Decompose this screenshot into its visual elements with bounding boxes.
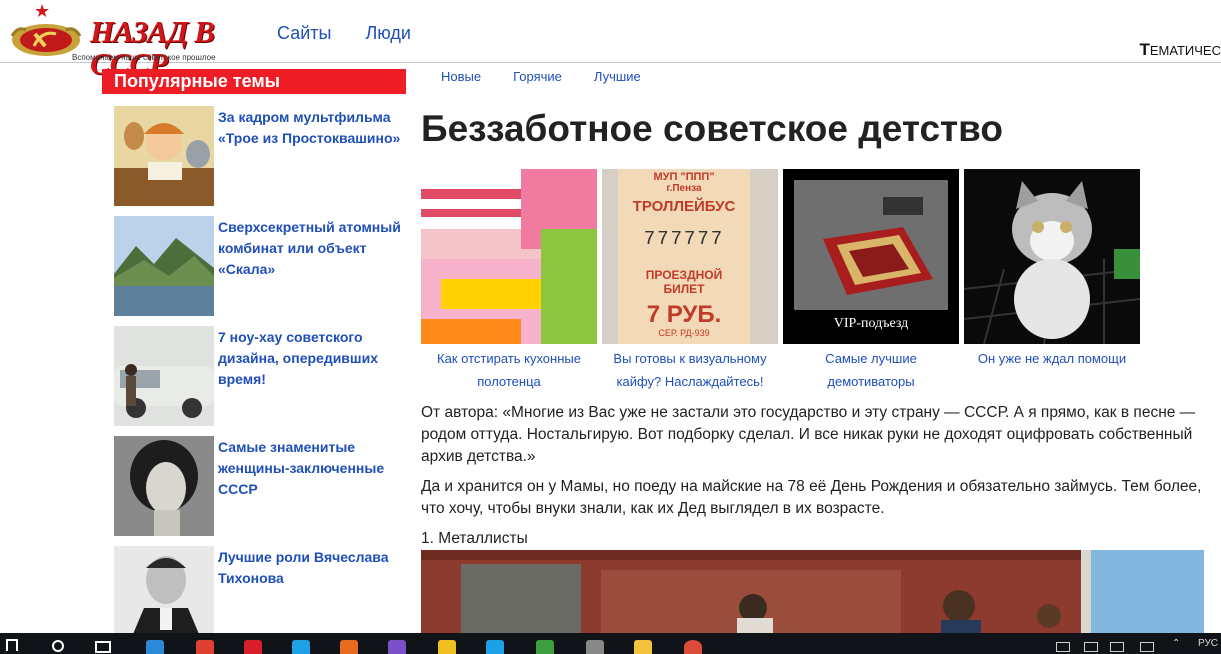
- gallery-item[interactable]: МУП "ППП" г.Пенза ТРОЛЛЕЙБУС 777777 ПРОЕ…: [602, 169, 778, 393]
- thematic-first-letter: Т: [1139, 40, 1150, 59]
- viber-icon[interactable]: [388, 640, 406, 654]
- gallery-caption[interactable]: Как отстирать кухонные полотенца: [421, 347, 597, 393]
- thematic-label[interactable]: ТЕМАТИЧЕС: [1139, 40, 1221, 59]
- thumbnail-skala[interactable]: [114, 216, 214, 316]
- top-nav: Сайты Люди: [277, 23, 411, 43]
- gallery-image-ticket[interactable]: МУП "ППП" г.Пенза ТРОЛЛЕЙБУС 777777 ПРОЕ…: [602, 169, 778, 344]
- thumbnail-prostokvashino[interactable]: [114, 106, 214, 206]
- chevron-up-icon[interactable]: ⌃: [1172, 638, 1180, 650]
- gallery-caption[interactable]: Он уже не ждал помощи: [964, 347, 1140, 370]
- windows-taskbar: ⌃ РУС: [0, 633, 1221, 654]
- chrome-icon[interactable]: [684, 640, 702, 654]
- ticket-card: МУП "ППП" г.Пенза ТРОЛЛЕЙБУС 777777 ПРОЕ…: [618, 169, 750, 344]
- ticket-number: 777777: [643, 228, 725, 250]
- list-item[interactable]: 7 ноу-хау советского дизайна, опередивши…: [114, 326, 414, 436]
- popular-title[interactable]: 7 ноу-хау советского дизайна, опередивши…: [218, 327, 404, 390]
- tray-icon-2[interactable]: [1084, 642, 1098, 652]
- skype-icon[interactable]: [292, 640, 310, 654]
- gallery-caption[interactable]: Вы готовы к визуальному кайфу? Наслаждай…: [602, 347, 778, 393]
- sidebar-popular: Популярные темы: [102, 69, 406, 94]
- list-item[interactable]: Самые знаменитые женщины-заключенные ССС…: [114, 436, 414, 546]
- app-icon-5[interactable]: [340, 640, 358, 654]
- ticket-price: 7 РУБ.: [646, 301, 722, 328]
- app-icon-2[interactable]: [196, 640, 214, 654]
- tab-new[interactable]: Новые: [441, 69, 481, 85]
- hammer-sickle-emblem-icon: [10, 24, 82, 56]
- ticket-city: г.Пенза: [666, 183, 702, 194]
- windows-start-icon[interactable]: [6, 639, 18, 651]
- tab-best[interactable]: Лучшие: [594, 69, 641, 85]
- gallery-item[interactable]: Он уже не ждал помощи: [964, 169, 1140, 370]
- site-logo[interactable]: ★ НАЗАД В СССР Вспоминаем наше советское…: [4, 2, 234, 80]
- ticket-org: МУП "ППП": [653, 171, 715, 183]
- article-paragraph: От автора: «Многие из Вас уже не застали…: [421, 404, 1196, 465]
- demotivator-caption: VIP-подъезд: [833, 316, 909, 331]
- sort-tabs: Новые Горячие Лучшие: [441, 69, 641, 85]
- app-icon-3[interactable]: [244, 640, 262, 654]
- app-icon-1[interactable]: [146, 640, 164, 654]
- ticket-type: ТРОЛЛЕЙБУС: [632, 198, 736, 215]
- ticket-series: СЕР. РД-939: [658, 328, 710, 338]
- ticket-label1: ПРОЕЗДНОЙ: [645, 268, 723, 282]
- popular-title[interactable]: Лучшие роли Вячеслава Тихонова: [218, 547, 404, 589]
- page-title: Беззаботное советское детство: [421, 108, 1004, 149]
- site-header: ★ НАЗАД В СССР Вспоминаем наше советское…: [0, 0, 1221, 80]
- list-item[interactable]: За кадром мультфильма «Трое из Простоква…: [114, 106, 414, 216]
- tray-icon-1[interactable]: [1056, 642, 1070, 652]
- nav-link-sites[interactable]: Сайты: [277, 23, 331, 43]
- gallery-item[interactable]: Как отстирать кухонные полотенца: [421, 169, 597, 393]
- thumbnail-design[interactable]: [114, 326, 214, 426]
- popular-list: За кадром мультфильма «Трое из Простоква…: [114, 106, 414, 654]
- article-body: От автора: «Многие из Вас уже не застали…: [421, 402, 1211, 550]
- article-list-item: 1. Металлисты: [421, 530, 528, 547]
- thumbnail-tikhonov[interactable]: [114, 546, 214, 646]
- network-icon[interactable]: [1110, 642, 1124, 652]
- popular-title[interactable]: Самые знаменитые женщины-заключенные ССС…: [218, 437, 404, 500]
- app-icon-7[interactable]: [438, 640, 456, 654]
- gallery-item[interactable]: VIP-подъезд Самые лучшие демотиваторы: [783, 169, 959, 393]
- list-item[interactable]: Сверхсекретный атомный комбинат или объе…: [114, 216, 414, 326]
- popular-title[interactable]: За кадром мультфильма «Трое из Простоква…: [218, 107, 404, 149]
- popular-title[interactable]: Сверхсекретный атомный комбинат или объе…: [218, 217, 404, 280]
- gallery-image-demotivator[interactable]: VIP-подъезд: [783, 169, 959, 344]
- file-explorer-icon[interactable]: [634, 640, 652, 654]
- search-icon[interactable]: [52, 640, 64, 652]
- app-icon-9[interactable]: [536, 640, 554, 654]
- logo-subtitle: Вспоминаем наше советское прошлое: [72, 53, 216, 62]
- nav-link-people[interactable]: Люди: [365, 23, 410, 43]
- article-paragraph: Да и хранится он у Мамы, но поеду на май…: [421, 478, 1202, 517]
- volume-icon[interactable]: [1140, 642, 1154, 652]
- app-icon-10[interactable]: [586, 640, 604, 654]
- gallery-caption[interactable]: Самые лучшие демотиваторы: [783, 347, 959, 393]
- thumbnail-women[interactable]: [114, 436, 214, 536]
- gallery-image-towels[interactable]: [421, 169, 597, 344]
- ticket-label2: БИЛЕТ: [663, 282, 705, 296]
- snipping-icon[interactable]: [486, 640, 504, 654]
- task-view-icon[interactable]: [95, 641, 111, 653]
- gallery-image-cat[interactable]: [964, 169, 1140, 344]
- article-photo-metalists[interactable]: [421, 550, 1204, 634]
- thematic-rest: ЕМАТИЧЕС: [1149, 43, 1221, 58]
- tab-hot[interactable]: Горячие: [513, 69, 562, 85]
- popular-heading: Популярные темы: [102, 69, 406, 94]
- language-indicator[interactable]: РУС: [1198, 638, 1218, 650]
